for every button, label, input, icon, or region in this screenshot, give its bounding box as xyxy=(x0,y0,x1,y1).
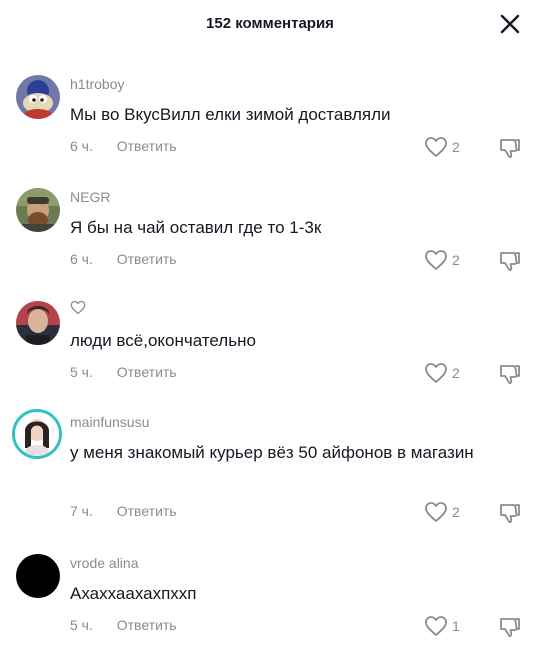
comment-item: люди всё,окончательно 5 ч. Ответить 2 xyxy=(0,296,540,396)
thumbs-down-icon xyxy=(500,618,520,637)
comment-text: Я бы на чай оставил где то 1-3к xyxy=(70,218,322,237)
comment-item: vrode alina Ахаххаахахпххп 5 ч. Ответить… xyxy=(0,549,540,645)
avatar[interactable] xyxy=(16,75,60,119)
thumbs-down-icon xyxy=(500,139,520,158)
avatar[interactable] xyxy=(16,554,60,598)
dislike-button[interactable] xyxy=(498,501,522,525)
close-icon xyxy=(500,14,520,34)
avatar[interactable] xyxy=(16,301,60,345)
like-count: 2 xyxy=(452,139,460,155)
comment-meta: 5 ч. Ответить xyxy=(70,364,177,380)
thumbs-down-icon xyxy=(500,504,520,523)
like-button[interactable]: 2 xyxy=(424,501,484,523)
comment-text: люди всё,окончательно xyxy=(70,331,256,350)
comment-time: 6 ч. xyxy=(70,251,93,267)
heart-outline-icon xyxy=(425,250,447,270)
comment-username[interactable]: mainfunsusu xyxy=(70,414,149,430)
comment-time: 5 ч. xyxy=(70,364,93,380)
comment-username[interactable]: h1troboy xyxy=(70,76,124,92)
comment-item: h1troboy Мы во ВкусВилл елки зимой доста… xyxy=(0,70,540,170)
heart-outline-icon xyxy=(425,502,447,522)
thumbs-down-icon xyxy=(500,252,520,271)
like-count: 2 xyxy=(452,365,460,381)
like-button[interactable]: 2 xyxy=(424,362,484,384)
like-count: 2 xyxy=(452,252,460,268)
comment-item: NEGR Я бы на чай оставил где то 1-3к 6 ч… xyxy=(0,183,540,283)
like-button[interactable]: 2 xyxy=(424,136,484,158)
comments-count-title: 152 комментария xyxy=(206,15,334,32)
comment-time: 7 ч. xyxy=(70,503,93,519)
comment-meta: 5 ч. Ответить xyxy=(70,617,177,633)
heart-outline-icon xyxy=(425,616,447,636)
comment-username[interactable]: NEGR xyxy=(70,189,110,205)
dislike-button[interactable] xyxy=(498,362,522,386)
comment-item: mainfunsusu у меня знакомый курьер вёз 5… xyxy=(0,406,540,531)
like-count: 2 xyxy=(452,504,460,520)
dislike-button[interactable] xyxy=(498,615,522,639)
like-count: 1 xyxy=(452,618,460,634)
comment-text: Мы во ВкусВилл елки зимой доставляли xyxy=(70,105,391,124)
comment-text: Ахаххаахахпххп xyxy=(70,584,197,603)
reply-button[interactable]: Ответить xyxy=(117,251,177,267)
avatar[interactable] xyxy=(12,409,62,459)
comment-time: 6 ч. xyxy=(70,138,93,154)
comment-time: 5 ч. xyxy=(70,617,93,633)
comment-meta: 6 ч. Ответить xyxy=(70,251,177,267)
like-button[interactable]: 1 xyxy=(424,615,484,637)
dislike-button[interactable] xyxy=(498,249,522,273)
reply-button[interactable]: Ответить xyxy=(117,617,177,633)
comments-header: 152 комментария xyxy=(0,0,540,50)
thumbs-down-icon xyxy=(500,365,520,384)
comment-meta: 7 ч. Ответить xyxy=(70,503,177,519)
comment-meta: 6 ч. Ответить xyxy=(70,138,177,154)
heart-outline-icon xyxy=(425,137,447,157)
creator-liked-icon xyxy=(70,300,86,320)
reply-button[interactable]: Ответить xyxy=(117,364,177,380)
dislike-button[interactable] xyxy=(498,136,522,160)
heart-outline-icon xyxy=(425,363,447,383)
close-button[interactable] xyxy=(498,12,522,36)
comment-text: у меня знакомый курьер вёз 50 айфонов в … xyxy=(70,443,474,462)
like-button[interactable]: 2 xyxy=(424,249,484,271)
reply-button[interactable]: Ответить xyxy=(117,503,177,519)
reply-button[interactable]: Ответить xyxy=(117,138,177,154)
avatar[interactable] xyxy=(16,188,60,232)
comment-username[interactable]: vrode alina xyxy=(70,555,139,571)
